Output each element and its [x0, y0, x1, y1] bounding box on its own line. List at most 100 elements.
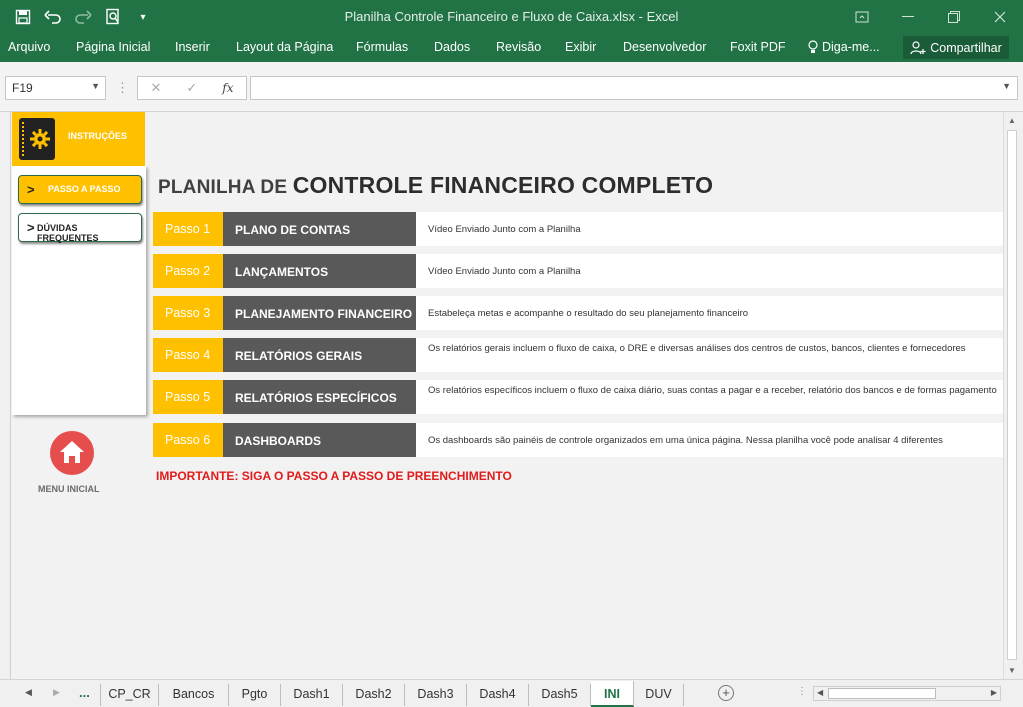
title-prefix: PLANILHA DE	[158, 177, 293, 198]
more-sheets-button[interactable]: ...	[79, 685, 90, 700]
name-box-value: F19	[12, 81, 33, 95]
prev-sheet-icon[interactable]: ◀	[25, 687, 32, 698]
step-row[interactable]: Passo 2 LANÇAMENTOS Vídeo Enviado Junto …	[153, 254, 1003, 288]
tab-desenvolvedor[interactable]: Desenvolvedor	[623, 40, 706, 54]
vertical-scrollbar[interactable]: ▲ ▼	[1003, 112, 1020, 679]
side-menu: > PASSO A PASSO > DÚVIDAS FREQUENTES	[12, 166, 146, 415]
step-name: DASHBOARDS	[223, 423, 416, 457]
scroll-left-icon[interactable]: ◀	[817, 688, 823, 697]
scroll-right-icon[interactable]: ▶	[991, 688, 997, 697]
chevron-down-icon[interactable]: ▼	[91, 81, 100, 91]
step-row[interactable]: Passo 1 PLANO DE CONTAS Vídeo Enviado Ju…	[153, 212, 1003, 246]
person-add-icon	[910, 40, 926, 54]
page-title: PLANILHA DE CONTROLE FINANCEIRO COMPLETO	[158, 172, 713, 199]
hscroll-thumb[interactable]	[828, 688, 936, 699]
duvidas-frequentes-button[interactable]: > DÚVIDAS FREQUENTES	[18, 213, 142, 243]
tab-formulas[interactable]: Fórmulas	[356, 40, 408, 54]
close-icon[interactable]	[977, 0, 1023, 34]
scroll-up-icon[interactable]: ▲	[1008, 116, 1016, 125]
add-sheet-icon[interactable]: +	[718, 685, 734, 701]
ribbon-display-icon[interactable]	[839, 0, 885, 34]
home-label: MENU INICIAL	[38, 484, 100, 494]
expand-formula-icon[interactable]: ▼	[1002, 81, 1011, 91]
step-number: Passo 5	[153, 380, 223, 414]
separator-dots: ⋮	[116, 80, 129, 95]
share-button[interactable]: Compartilhar	[903, 36, 1009, 59]
scroll-thumb[interactable]	[1007, 130, 1017, 660]
step-number: Passo 6	[153, 423, 223, 457]
sheet-tab-duv[interactable]: DUV	[634, 684, 684, 706]
sheet-tab-dash4[interactable]: Dash4	[467, 684, 529, 706]
sheet-tab-bancos[interactable]: Bancos	[159, 684, 229, 706]
sheet-tab-dash1[interactable]: Dash1	[281, 684, 343, 706]
tell-me[interactable]: Diga-me...	[808, 40, 880, 54]
step-name: PLANEJAMENTO FINANCEIRO	[223, 296, 416, 330]
step-description: Os relatórios específicos incluem o flux…	[416, 380, 1003, 414]
home-icon	[60, 441, 84, 463]
check-icon[interactable]: ✓	[186, 80, 197, 96]
step-description: Os dashboards são painéis de controle or…	[416, 423, 1003, 457]
step-name: LANÇAMENTOS	[223, 254, 416, 288]
tab-exibir[interactable]: Exibir	[565, 40, 596, 54]
tab-inserir[interactable]: Inserir	[175, 40, 210, 54]
step-description: Estabeleça metas e acompanhe o resultado…	[416, 296, 1003, 330]
sheet-area[interactable]: INSTRUÇÕES > PASSO A PASSO > DÚVIDAS FRE…	[10, 112, 1003, 679]
passo-a-passo-button[interactable]: > PASSO A PASSO	[18, 175, 142, 204]
name-box[interactable]: F19 ▼	[5, 76, 106, 100]
step-description: Vídeo Enviado Junto com a Planilha	[416, 212, 1003, 246]
chevron-right-icon: >	[27, 182, 35, 197]
ribbon-tabs: Arquivo Página Inicial Inserir Layout da…	[0, 34, 1023, 62]
formula-bar: F19 ▼ ⋮ ✕ ✓ fx ▼	[0, 62, 1023, 112]
step-row[interactable]: Passo 6 DASHBOARDS Os dashboards são pai…	[153, 423, 1003, 457]
minimize-icon[interactable]	[885, 0, 931, 34]
scroll-down-icon[interactable]: ▼	[1008, 666, 1016, 675]
step-name: RELATÓRIOS ESPECÍFICOS	[223, 380, 416, 414]
instructions-header[interactable]: INSTRUÇÕES	[12, 112, 145, 166]
tab-pagina-inicial[interactable]: Página Inicial	[76, 40, 150, 54]
tab-splitter-icon[interactable]: ⋮	[797, 686, 807, 697]
fx-icon[interactable]: fx	[222, 81, 233, 95]
sheet-tab-ini[interactable]: INI	[591, 681, 634, 707]
next-sheet-icon[interactable]: ▶	[53, 687, 60, 698]
step-number: Passo 2	[153, 254, 223, 288]
cancel-icon[interactable]: ✕	[150, 80, 161, 96]
tab-layout[interactable]: Layout da Página	[236, 40, 333, 54]
tab-foxit-pdf[interactable]: Foxit PDF	[730, 40, 786, 54]
horizontal-scrollbar[interactable]: ◀ ▶	[813, 686, 1001, 701]
step-row[interactable]: Passo 4 RELATÓRIOS GERAIS Os relatórios …	[153, 338, 1003, 372]
chevron-right-icon: >	[27, 220, 35, 235]
step-description: Os relatórios gerais incluem o fluxo de …	[416, 338, 1003, 372]
formula-input[interactable]: ▼	[250, 76, 1018, 100]
sheet-tab-pgto[interactable]: Pgto	[229, 684, 281, 706]
step-number: Passo 3	[153, 296, 223, 330]
restore-icon[interactable]	[931, 0, 977, 34]
step-row[interactable]: Passo 5 RELATÓRIOS ESPECÍFICOS Os relató…	[153, 380, 1003, 414]
step-name: PLANO DE CONTAS	[223, 212, 416, 246]
duvidas-frequentes-label: DÚVIDAS FREQUENTES	[37, 223, 99, 243]
step-description: Vídeo Enviado Junto com a Planilha	[416, 254, 1003, 288]
tab-dados[interactable]: Dados	[434, 40, 470, 54]
important-notice: IMPORTANTE: SIGA O PASSO A PASSO DE PREE…	[156, 469, 512, 483]
sheet-tab-dash2[interactable]: Dash2	[343, 684, 405, 706]
window-controls	[839, 0, 1023, 34]
sheet-tab-cp-cr[interactable]: CP_CR	[101, 684, 159, 706]
tell-me-label: Diga-me...	[822, 40, 880, 54]
share-label: Compartilhar	[930, 40, 1002, 55]
step-number: Passo 4	[153, 338, 223, 372]
title-bar: ▾ Planilha Controle Financeiro e Fluxo d…	[0, 0, 1023, 34]
sheet-tab-dash3[interactable]: Dash3	[405, 684, 467, 706]
sheet-tab-dash5[interactable]: Dash5	[529, 684, 591, 706]
home-button[interactable]	[50, 431, 94, 475]
tab-revisao[interactable]: Revisão	[496, 40, 541, 54]
step-number: Passo 1	[153, 212, 223, 246]
passo-a-passo-label: PASSO A PASSO	[48, 184, 121, 194]
formula-buttons: ✕ ✓ fx	[137, 76, 247, 100]
lightbulb-icon	[808, 40, 818, 53]
sheet-tabs-bar: ◀ ▶ ... CP_CR Bancos Pgto Dash1 Dash2 Da…	[0, 679, 1023, 707]
tab-arquivo[interactable]: Arquivo	[8, 40, 50, 54]
manual-gear-icon	[19, 118, 55, 160]
title-main: CONTROLE FINANCEIRO COMPLETO	[292, 172, 714, 198]
step-row[interactable]: Passo 3 PLANEJAMENTO FINANCEIRO Estabele…	[153, 296, 1003, 330]
step-name: RELATÓRIOS GERAIS	[223, 338, 416, 372]
instructions-label: INSTRUÇÕES	[68, 131, 128, 141]
